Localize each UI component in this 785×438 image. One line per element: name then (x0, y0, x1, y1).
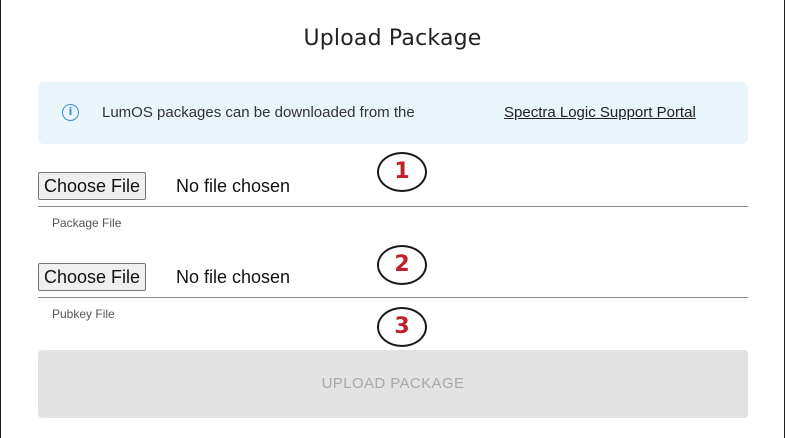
callout-1: 1 (377, 152, 427, 192)
dialog-border-left (0, 0, 1, 438)
upload-package-dialog: Upload Package i LumOS packages can be d… (0, 0, 785, 438)
package-file-status: No file chosen (176, 176, 291, 196)
package-file-underline (38, 206, 748, 207)
info-text: LumOS packages can be downloaded from th… (102, 104, 415, 121)
callout-2: 2 (377, 245, 427, 285)
info-circle-icon: i (62, 104, 79, 121)
package-choose-file-button[interactable]: Choose File (38, 172, 147, 200)
callout-3: 3 (377, 307, 427, 347)
dialog-title: Upload Package (303, 26, 482, 51)
pubkey-file-label: Pubkey File (52, 307, 115, 321)
package-file-label: Package File (52, 216, 122, 230)
pubkey-file-underline (38, 297, 748, 298)
pubkey-choose-file-button[interactable]: Choose File (38, 263, 147, 291)
support-portal-link[interactable]: Spectra Logic Support Portal (504, 104, 696, 121)
upload-package-button[interactable]: UPLOAD PACKAGE (38, 350, 748, 418)
pubkey-file-status: No file chosen (176, 267, 291, 287)
info-banner: i LumOS packages can be downloaded from … (38, 82, 748, 144)
